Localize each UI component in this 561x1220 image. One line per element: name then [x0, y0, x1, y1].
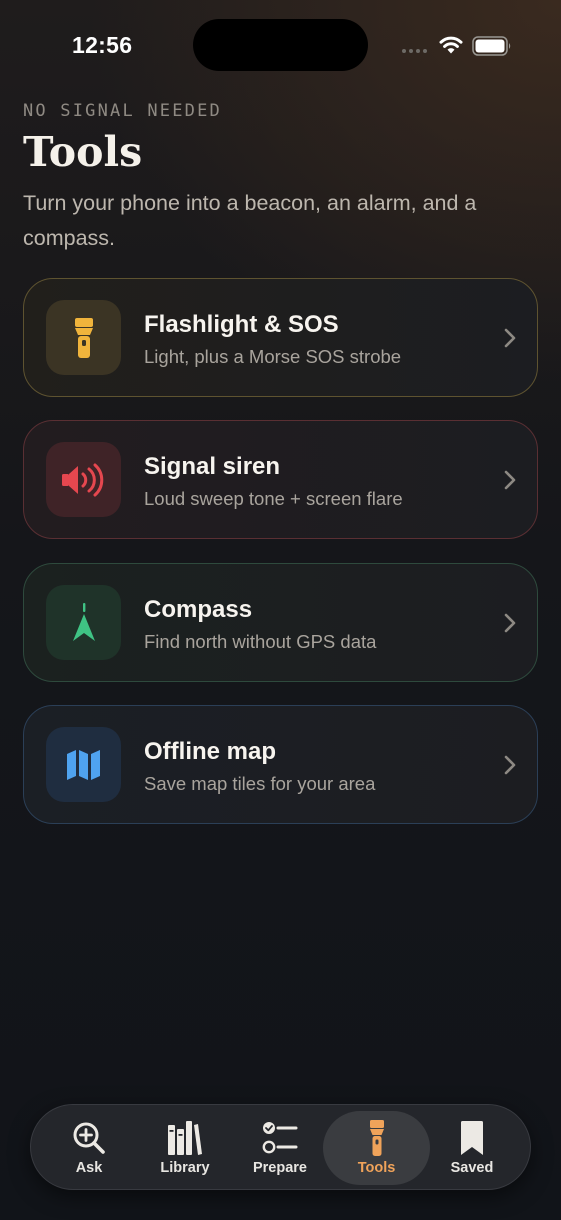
chevron-right-icon	[504, 755, 516, 775]
tool-card-description: Save map tiles for your area	[144, 773, 376, 794]
map-icon-tile	[46, 727, 121, 802]
flashlight-icon	[74, 317, 93, 358]
compass-arrow-icon	[72, 602, 95, 641]
tool-card-title: Flashlight & SOS	[144, 311, 339, 338]
flashlight-icon	[369, 1120, 384, 1156]
cellular-signal-icon	[402, 49, 427, 53]
tab-saved[interactable]: Saved	[422, 1111, 522, 1185]
tab-label: Prepare	[252, 1160, 307, 1176]
chevron-right-icon	[504, 470, 516, 490]
map-icon	[66, 749, 100, 780]
tool-card-description: Loud sweep tone + screen flare	[144, 488, 403, 509]
dynamic-island	[193, 19, 368, 71]
status-bar: 12:56	[0, 0, 561, 90]
search-plus-icon	[73, 1122, 105, 1154]
page-title: Tools	[23, 128, 143, 176]
books-icon	[168, 1121, 202, 1155]
tab-label: Tools	[357, 1160, 396, 1176]
tab-label: Saved	[450, 1160, 494, 1176]
status-time: 12:56	[72, 32, 133, 58]
tool-card-title: Signal siren	[144, 453, 281, 480]
flashlight-icon-tile	[46, 300, 121, 375]
tool-card-description: Find north without GPS data	[144, 631, 377, 652]
chevron-right-icon	[504, 328, 516, 348]
wifi-icon	[439, 36, 463, 54]
tool-card-offline-map[interactable]: Offline map Save map tiles for your area	[23, 705, 538, 824]
tab-library[interactable]: Library	[135, 1111, 235, 1185]
speaker-icon	[61, 463, 103, 496]
tool-card-flashlight[interactable]: Flashlight & SOS Light, plus a Morse SOS…	[23, 278, 538, 397]
tool-card-description: Light, plus a Morse SOS strobe	[144, 346, 402, 367]
tool-card-siren[interactable]: Signal siren Loud sweep tone + screen fl…	[23, 420, 538, 539]
page-subtitle: Turn your phone into a beacon, an alarm,…	[23, 191, 477, 250]
tool-card-compass[interactable]: Compass Find north without GPS data	[23, 563, 538, 682]
tab-label: Ask	[75, 1160, 103, 1176]
compass-icon-tile	[46, 585, 121, 660]
chevron-right-icon	[504, 613, 516, 633]
checklist-icon	[262, 1122, 298, 1154]
section-eyebrow: NO SIGNAL NEEDED	[23, 101, 222, 121]
tool-card-title: Compass	[144, 596, 253, 623]
siren-icon-tile	[46, 442, 121, 517]
tab-label: Library	[160, 1160, 210, 1176]
bookmark-icon	[461, 1121, 483, 1155]
tab-bar: Ask Library Prepare Tools Saved	[30, 1104, 531, 1190]
tab-ask[interactable]: Ask	[39, 1111, 139, 1185]
tool-card-title: Offline map	[144, 738, 277, 765]
tab-tools[interactable]: Tools	[323, 1111, 430, 1185]
tab-prepare[interactable]: Prepare	[230, 1111, 330, 1185]
battery-icon	[472, 36, 511, 56]
